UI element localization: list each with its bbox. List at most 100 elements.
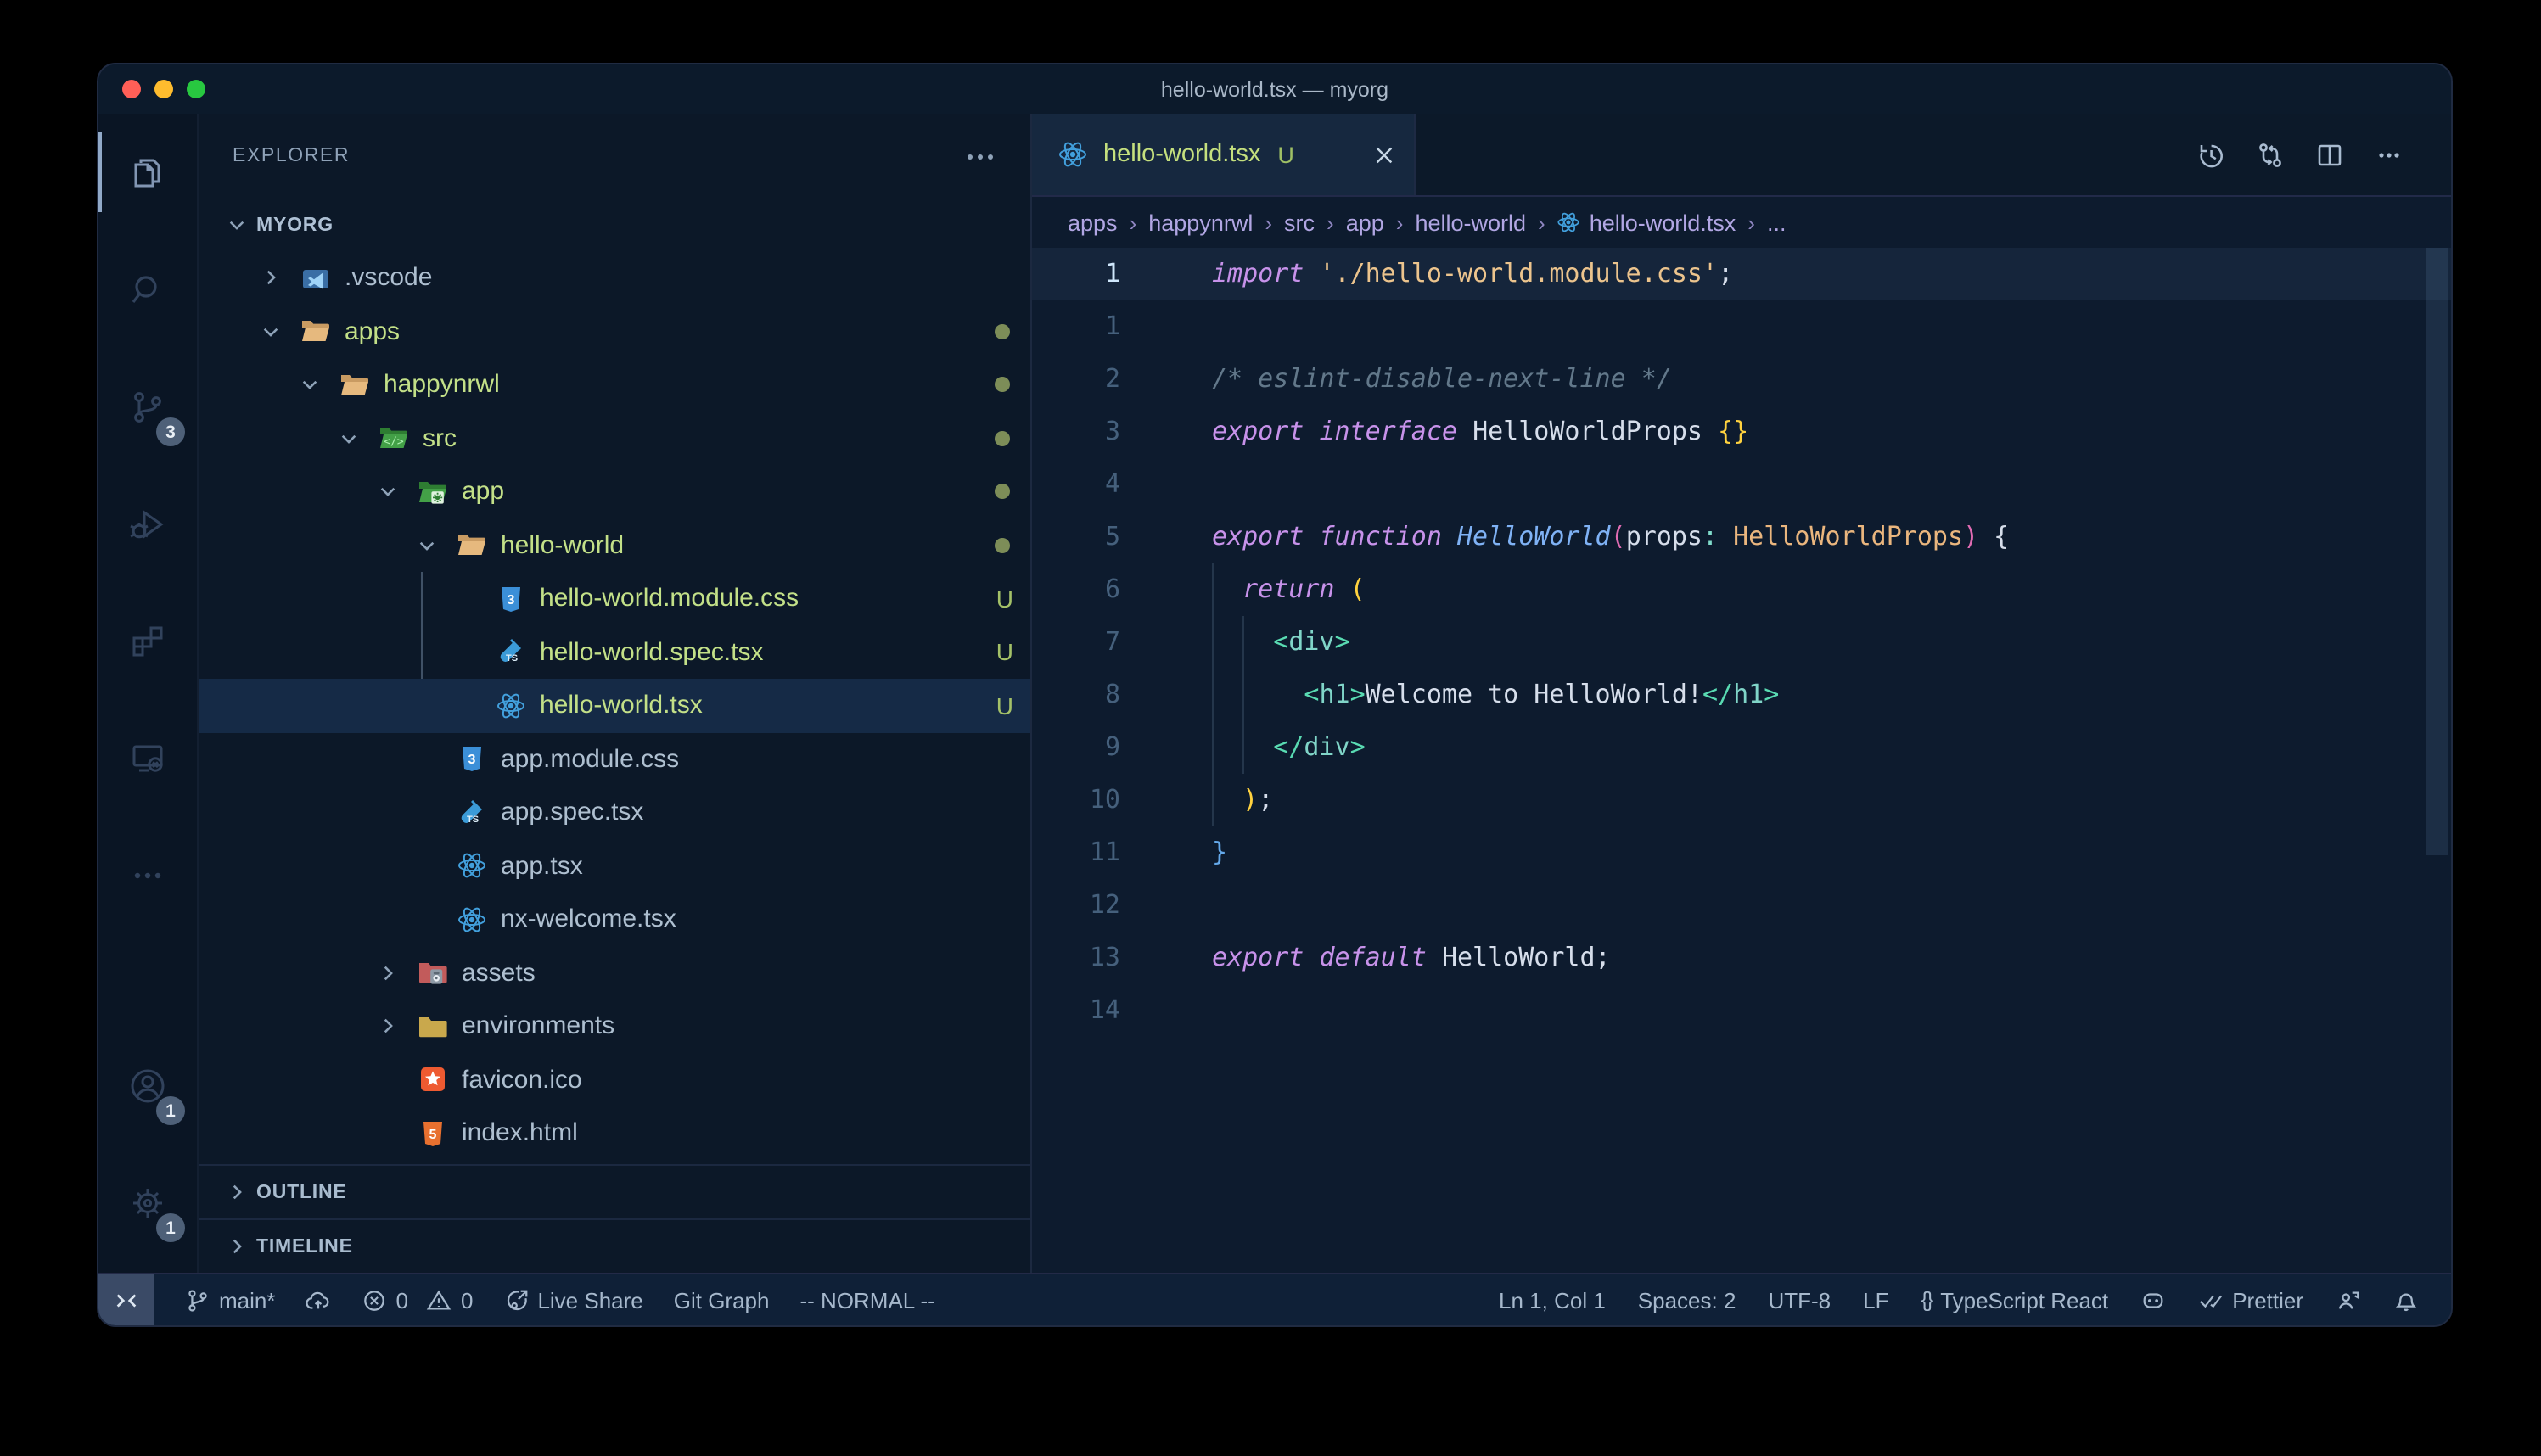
encoding-status[interactable]: UTF-8	[1768, 1287, 1831, 1313]
tab-hello-world-tsx[interactable]: hello-world.tsx U	[1032, 114, 1416, 195]
tree-item-assets[interactable]: assets	[199, 946, 1030, 1000]
git-modified-dot	[995, 484, 1010, 500]
prettier-status[interactable]: Prettier	[2198, 1287, 2303, 1313]
css-file-icon: 3	[455, 744, 489, 775]
outline-panel-label: OUTLINE	[256, 1182, 347, 1202]
breadcrumb-item-file[interactable]: hello-world.tsx	[1557, 210, 1736, 235]
chevron-right-icon[interactable]	[256, 265, 283, 292]
svg-text:</>: </>	[384, 436, 404, 449]
tree-item-apps[interactable]: apps	[199, 305, 1030, 358]
tree-item-vscode[interactable]: .vscode	[199, 251, 1030, 305]
vscode-window: hello-world.tsx — myorg 3	[97, 63, 2453, 1327]
code-editor[interactable]: 1import './hello-world.module.css'; 1 2/…	[1032, 248, 2451, 1273]
react-file-icon	[494, 691, 528, 721]
tree-item-app-tsx[interactable]: app.tsx	[199, 839, 1030, 893]
extensions-icon[interactable]	[98, 582, 197, 699]
tree-item-favicon-ico[interactable]: favicon.ico	[199, 1053, 1030, 1106]
favicon-file-icon	[416, 1065, 450, 1095]
chevron-down-icon[interactable]	[412, 532, 440, 559]
svg-text:5: 5	[429, 1128, 437, 1142]
code-line: 3export interface HelloWorldProps {}	[1032, 406, 2451, 458]
explorer-more-actions-icon[interactable]	[968, 154, 993, 159]
tree-item-environments[interactable]: environments	[199, 1000, 1030, 1053]
feedback-icon[interactable]	[2336, 1287, 2361, 1313]
warning-icon	[427, 1287, 452, 1313]
breadcrumb-item[interactable]: hello-world	[1415, 210, 1526, 235]
tree-item-app[interactable]: app	[199, 465, 1030, 518]
problems-status[interactable]: 0 0	[362, 1287, 474, 1313]
tree-item-happynrwl[interactable]: happynrwl	[199, 358, 1030, 412]
copilot-status-icon[interactable]	[2140, 1287, 2166, 1313]
git-branch-status[interactable]: main*	[185, 1287, 276, 1313]
cloud-upload-icon	[306, 1287, 332, 1313]
zoom-window-button[interactable]	[187, 80, 205, 98]
settings-gear-icon[interactable]: 1	[98, 1144, 197, 1261]
workspace-section-header[interactable]: MYORG	[199, 199, 1030, 251]
status-bar: main* 0 0 Live Share Git Graph -- NORMAL…	[98, 1273, 2451, 1325]
chevron-right-icon	[222, 1179, 250, 1206]
breadcrumb-item[interactable]: apps	[1068, 210, 1118, 235]
git-modified-dot	[995, 324, 1010, 339]
tree-item-hello-world[interactable]: hello-world	[199, 518, 1030, 572]
remote-explorer-icon[interactable]	[98, 699, 197, 816]
tree-item-src[interactable]: </> src	[199, 412, 1030, 465]
folder-open-icon	[299, 316, 333, 347]
git-untracked-badge: U	[996, 585, 1013, 613]
chevron-down-icon[interactable]	[373, 479, 401, 506]
close-tab-icon[interactable]	[1370, 141, 1397, 168]
code-line: 10 );	[1032, 774, 2451, 826]
tree-item-hello-world-spec-tsx[interactable]: TS hello-world.spec.tsx U	[199, 625, 1030, 679]
git-modified-dot	[995, 378, 1010, 393]
indentation-status[interactable]: Spaces: 2	[1638, 1287, 1736, 1313]
code-line: 4	[1032, 458, 2451, 511]
breadcrumb-item[interactable]: src	[1284, 210, 1315, 235]
folder-environments-icon	[416, 1011, 450, 1042]
outline-panel-header[interactable]: OUTLINE	[199, 1164, 1030, 1218]
more-actions-icon[interactable]	[2375, 140, 2404, 169]
more-views-icon[interactable]	[98, 816, 197, 933]
chevron-right-icon[interactable]	[373, 1013, 401, 1040]
chevron-down-icon[interactable]	[295, 372, 323, 399]
language-mode-status[interactable]: {} TypeScript React	[1921, 1287, 2108, 1313]
code-line: 8 <h1>Welcome to HelloWorld!</h1>	[1032, 669, 2451, 721]
breadcrumb-item[interactable]: happynrwl	[1148, 210, 1253, 235]
react-file-icon	[1056, 139, 1090, 170]
close-window-button[interactable]	[122, 80, 141, 98]
timeline-panel-header[interactable]: TIMELINE	[199, 1218, 1030, 1273]
chevron-right-icon[interactable]	[373, 960, 401, 987]
run-debug-icon[interactable]	[98, 465, 197, 582]
accounts-icon[interactable]: 1	[98, 1027, 197, 1144]
tree-item-nx-welcome-tsx[interactable]: nx-welcome.tsx	[199, 893, 1030, 946]
react-file-icon	[1557, 210, 1581, 234]
svg-text:TS: TS	[467, 815, 479, 825]
source-control-icon[interactable]: 3	[98, 348, 197, 465]
cursor-position-status[interactable]: Ln 1, Col 1	[1499, 1287, 1606, 1313]
git-branch-icon	[185, 1287, 210, 1313]
remote-indicator-icon[interactable]	[98, 1274, 154, 1325]
eol-status[interactable]: LF	[1863, 1287, 1888, 1313]
live-share-status[interactable]: Live Share	[503, 1287, 642, 1313]
search-icon[interactable]	[98, 231, 197, 348]
tree-item-app-module-css[interactable]: 3 app.module.css	[199, 732, 1030, 786]
vim-mode-status[interactable]: -- NORMAL --	[799, 1287, 934, 1313]
editor-scrollbar[interactable]	[2426, 248, 2448, 855]
tree-item-app-spec-tsx[interactable]: TS app.spec.tsx	[199, 786, 1030, 839]
git-graph-status[interactable]: Git Graph	[674, 1287, 770, 1313]
tree-item-hello-world-tsx[interactable]: hello-world.tsx U	[199, 679, 1030, 732]
minimize-window-button[interactable]	[154, 80, 173, 98]
sync-status[interactable]	[306, 1287, 332, 1313]
tree-item-hello-world-module-css[interactable]: 3 hello-world.module.css U	[199, 572, 1030, 625]
chevron-down-icon	[222, 211, 250, 238]
breadcrumb-item[interactable]: app	[1346, 210, 1384, 235]
code-line: 1	[1032, 300, 2451, 353]
notifications-bell-icon[interactable]	[2393, 1287, 2419, 1313]
explorer-icon[interactable]	[98, 114, 197, 231]
folder-app-icon	[416, 477, 450, 507]
chevron-down-icon[interactable]	[334, 425, 362, 452]
tree-item-index-html[interactable]: 5 index.html	[199, 1106, 1030, 1160]
split-editor-icon[interactable]	[2315, 140, 2344, 169]
open-changes-icon[interactable]	[2256, 140, 2285, 169]
breadcrumb-item[interactable]: ...	[1767, 210, 1787, 235]
chevron-down-icon[interactable]	[256, 318, 283, 345]
local-history-icon[interactable]	[2196, 140, 2225, 169]
